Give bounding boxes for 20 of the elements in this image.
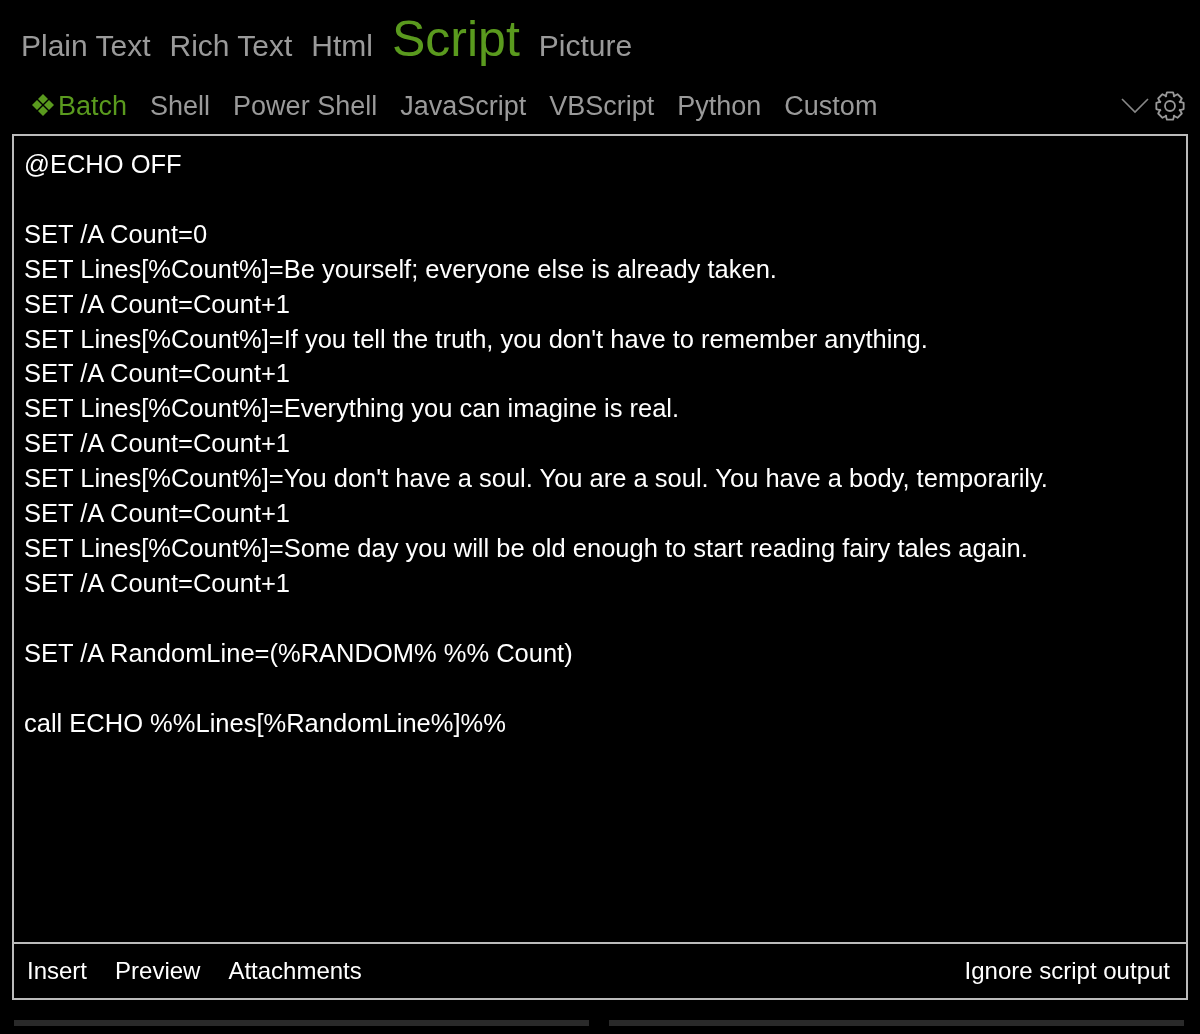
footer-action[interactable]: Attachments (228, 957, 376, 985)
format-tab[interactable]: Html (311, 31, 373, 61)
ignore-output-toggle[interactable]: Ignore script output (964, 957, 1170, 985)
chevron-down-icon[interactable] (1120, 97, 1150, 115)
code-text: @ECHO OFF SET /A Count=0 SET Lines[%Count%]=Be yourself; everyone else is already taken. SET /A Count=Count+1 SET Lines[%Count%]=If you tell the truth, you don't have to remember anything. SET /A Count=Count+1 SET Lines[%Count%]=Everything you can imagine is real. SET /A Count=Count+1 SET Lines[%Count%]=You don't have a soul. You are a soul. You have a body, temporarily. SET /A Count=Count+1 SET Lines[%Count%]=Some day you will be old enough to start reading fairy tales again. SET /A Count=Count+1 SET /A RandomLine=(%RANDOM% %% Count) call ECHO %%Lines[%RandomLine%]%% (24, 149, 1049, 739)
language-tab[interactable]: VBScript (549, 90, 655, 122)
language-tab[interactable]: Custom (784, 90, 878, 122)
format-tab[interactable]: Rich Text (169, 31, 293, 61)
format-tab[interactable]: Picture (538, 31, 633, 61)
language-tab[interactable]: Python (677, 90, 762, 122)
footer-action[interactable]: Insert (27, 957, 102, 985)
settings-icon[interactable] (1154, 90, 1186, 122)
language-tab[interactable]: Shell (150, 90, 211, 122)
format-tab[interactable]: Script (392, 14, 520, 64)
language-tab[interactable]: Power Shell (233, 90, 378, 122)
language-tab[interactable]: Batch (30, 90, 128, 122)
language-tab[interactable]: JavaScript (400, 90, 527, 122)
format-tab[interactable]: Plain Text (21, 31, 151, 61)
footer-action[interactable]: Preview (115, 957, 215, 985)
diamond-icon (30, 93, 56, 119)
